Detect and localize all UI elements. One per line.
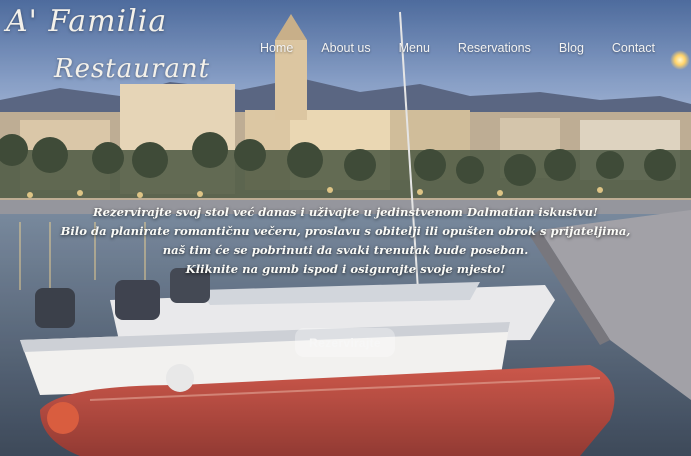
nav-item-menu[interactable]: Menu (399, 41, 430, 55)
intro-line-1: Rezervirajte svoj stol već danas i uživa… (93, 205, 598, 219)
nav-item-reservations[interactable]: Reservations (458, 41, 531, 55)
intro-line-3: naš tim će se pobrinuti da svaki trenuta… (162, 243, 529, 257)
nav-item-contact[interactable]: Contact (612, 41, 655, 55)
main-nav: Home About us Menu Reservations Blog Con… (260, 41, 655, 55)
nav-item-blog[interactable]: Blog (559, 41, 584, 55)
nav-item-about[interactable]: About us (321, 41, 370, 55)
nav-item-home[interactable]: Home (260, 41, 293, 55)
intro-line-4: Kliknite na gumb ispod i osigurajte svoj… (185, 262, 506, 276)
street-lamp-glow (670, 50, 690, 70)
hero-intro-text: Rezervirajte svoj stol već danas i uživa… (0, 203, 691, 279)
logo-subtitle: Restaurant (54, 54, 211, 84)
intro-line-2: Bilo da planirate romantičnu večeru, pro… (60, 224, 631, 238)
reserve-button[interactable]: Rezervirajte (295, 328, 395, 357)
restaurant-logo[interactable]: A' Familia Restaurant (6, 4, 209, 94)
logo-title: A' Familia (6, 4, 168, 39)
